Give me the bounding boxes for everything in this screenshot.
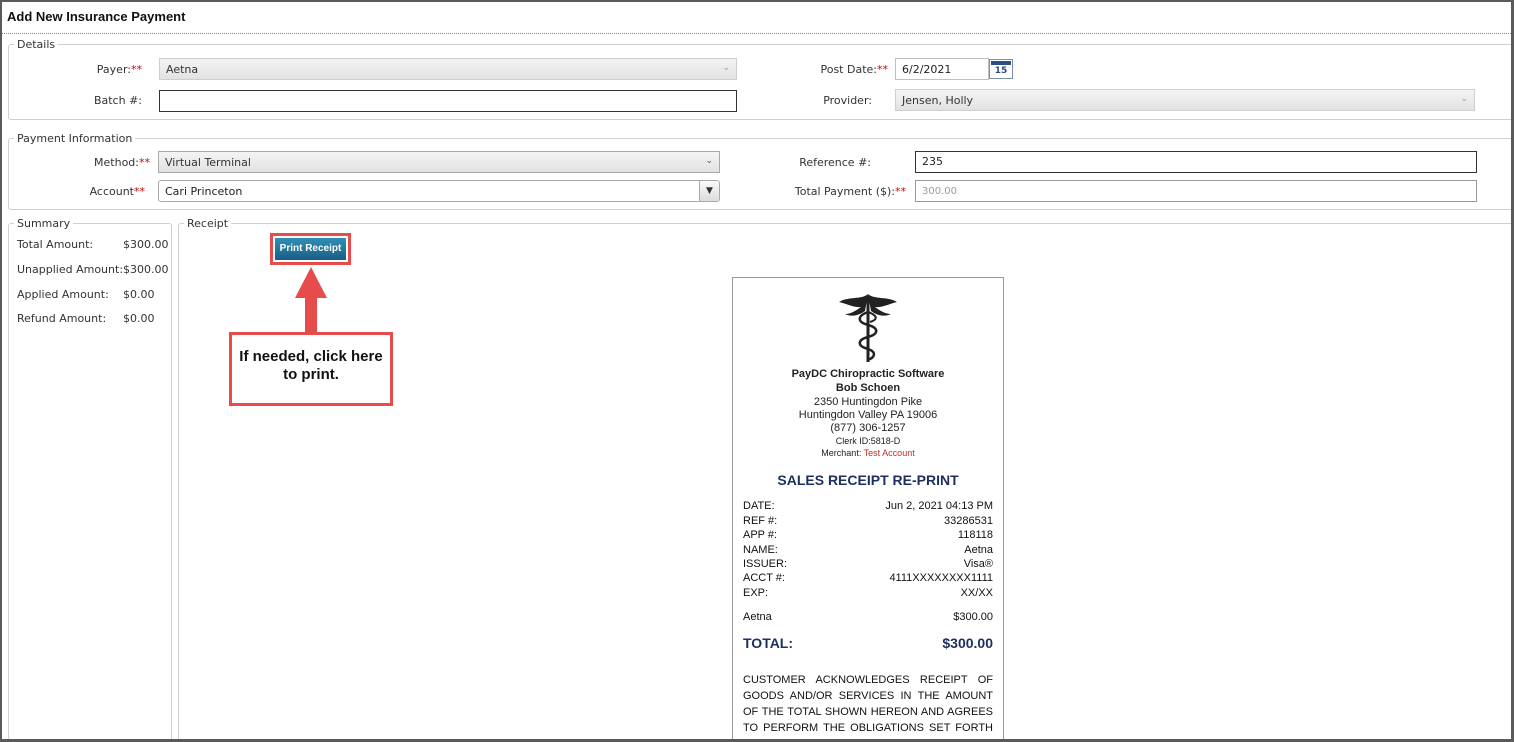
receipt-address-1: 2350 Huntingdon Pike (813, 396, 923, 408)
window-title: Add New Insurance Payment (7, 9, 186, 24)
total-payment-label: Total Payment ($):** (794, 185, 906, 198)
receipt-acknowledgement: CUSTOMER ACKNOWLEDGES RECEIPT OF GOODS A… (743, 674, 993, 739)
account-dropdown-button[interactable]: ▼ (699, 181, 719, 201)
method-value: Virtual Terminal (165, 156, 251, 169)
callout-arrow (295, 267, 327, 333)
reference-input[interactable]: 235 (915, 151, 1477, 173)
summary-total-value: $300.00 (123, 238, 169, 251)
receipt-row-app: APP #: 118118 (743, 529, 993, 541)
summary-refund-value: $0.00 (123, 312, 155, 325)
payer-value: Aetna (166, 63, 199, 76)
receipt-name: Bob Schoen (835, 382, 901, 394)
receipt-merchant: Merchant: Test Account (821, 448, 915, 458)
summary-applied-value: $0.00 (123, 288, 155, 301)
summary-unapplied-label: Unapplied Amount: (17, 263, 124, 276)
batch-label: Batch #: (93, 94, 142, 107)
receipt-line-item: Aetna $300.00 (743, 611, 993, 623)
receipt-company: PayDC Chiropractic Software (791, 368, 945, 380)
post-date-value: 6/2/2021 (902, 63, 952, 76)
batch-input[interactable] (159, 90, 737, 112)
receipt-row-acct: ACCT #: 4111XXXXXXXX1111 (743, 572, 993, 584)
total-payment-input[interactable]: 300.00 (915, 180, 1477, 202)
reference-value: 235 (922, 155, 943, 168)
payer-label: Payer:** (96, 63, 142, 76)
receipt-address-2: Huntingdon Valley PA 19006 (798, 409, 938, 421)
method-label: Method:** (94, 156, 150, 169)
summary-legend: Summary (17, 217, 71, 230)
chevron-down-icon: ⌄ (722, 63, 730, 73)
print-receipt-highlight: Print Receipt (270, 233, 351, 265)
payment-window: Add New Insurance Payment Details Payer:… (0, 0, 1514, 742)
caret-down-icon: ▼ (706, 186, 713, 196)
summary-total-label: Total Amount: (17, 238, 94, 251)
payer-select[interactable]: Aetna ⌄ (159, 58, 737, 80)
receipt-row-exp: EXP: XX/XX (743, 587, 993, 599)
receipt-clerk: Clerk ID:5818-D (835, 436, 901, 446)
summary-unapplied-value: $300.00 (123, 263, 169, 276)
receipt-row-ref: REF #: 33286531 (743, 515, 993, 527)
receipt-row-issuer: ISSUER: Visa® (743, 558, 993, 570)
receipt-legend: Receipt (187, 217, 229, 230)
reference-label: Reference #: (799, 156, 871, 169)
provider-value: Jensen, Holly (902, 94, 974, 107)
chevron-down-icon: ⌄ (705, 156, 713, 166)
receipt-phone: (877) 306-1257 (830, 422, 906, 434)
provider-label: Provider: (823, 94, 872, 107)
print-receipt-button[interactable]: Print Receipt (275, 238, 346, 260)
account-label: Account** (89, 185, 145, 198)
receipt-row-date: DATE: Jun 2, 2021 04:13 PM (743, 500, 993, 512)
post-date-label: Post Date:** (820, 63, 888, 76)
receipt-total: TOTAL: $300.00 (743, 635, 993, 651)
summary-refund-label: Refund Amount: (17, 312, 107, 325)
account-combobox[interactable]: Cari Princeton ▼ (158, 180, 720, 202)
receipt-heading: SALES RECEIPT RE-PRINT (777, 472, 959, 488)
caduceus-logo (839, 294, 897, 362)
chevron-down-icon: ⌄ (1460, 94, 1468, 104)
receipt-row-name: NAME: Aetna (743, 544, 993, 556)
payment-info-legend: Payment Information (17, 132, 133, 145)
window-titlebar: Add New Insurance Payment (2, 2, 1511, 34)
details-legend: Details (17, 38, 56, 51)
calendar-icon[interactable]: 15 (989, 59, 1013, 79)
total-payment-placeholder: 300.00 (922, 186, 957, 197)
provider-select[interactable]: Jensen, Holly ⌄ (895, 89, 1475, 111)
print-instruction-callout: If needed, click here to print. (229, 332, 393, 406)
method-select[interactable]: Virtual Terminal ⌄ (158, 151, 720, 173)
summary-applied-label: Applied Amount: (17, 288, 109, 301)
account-value: Cari Princeton (165, 185, 243, 198)
post-date-input[interactable]: 6/2/2021 (895, 58, 989, 80)
receipt-preview: PayDC Chiropractic Software Bob Schoen 2… (732, 277, 1004, 739)
